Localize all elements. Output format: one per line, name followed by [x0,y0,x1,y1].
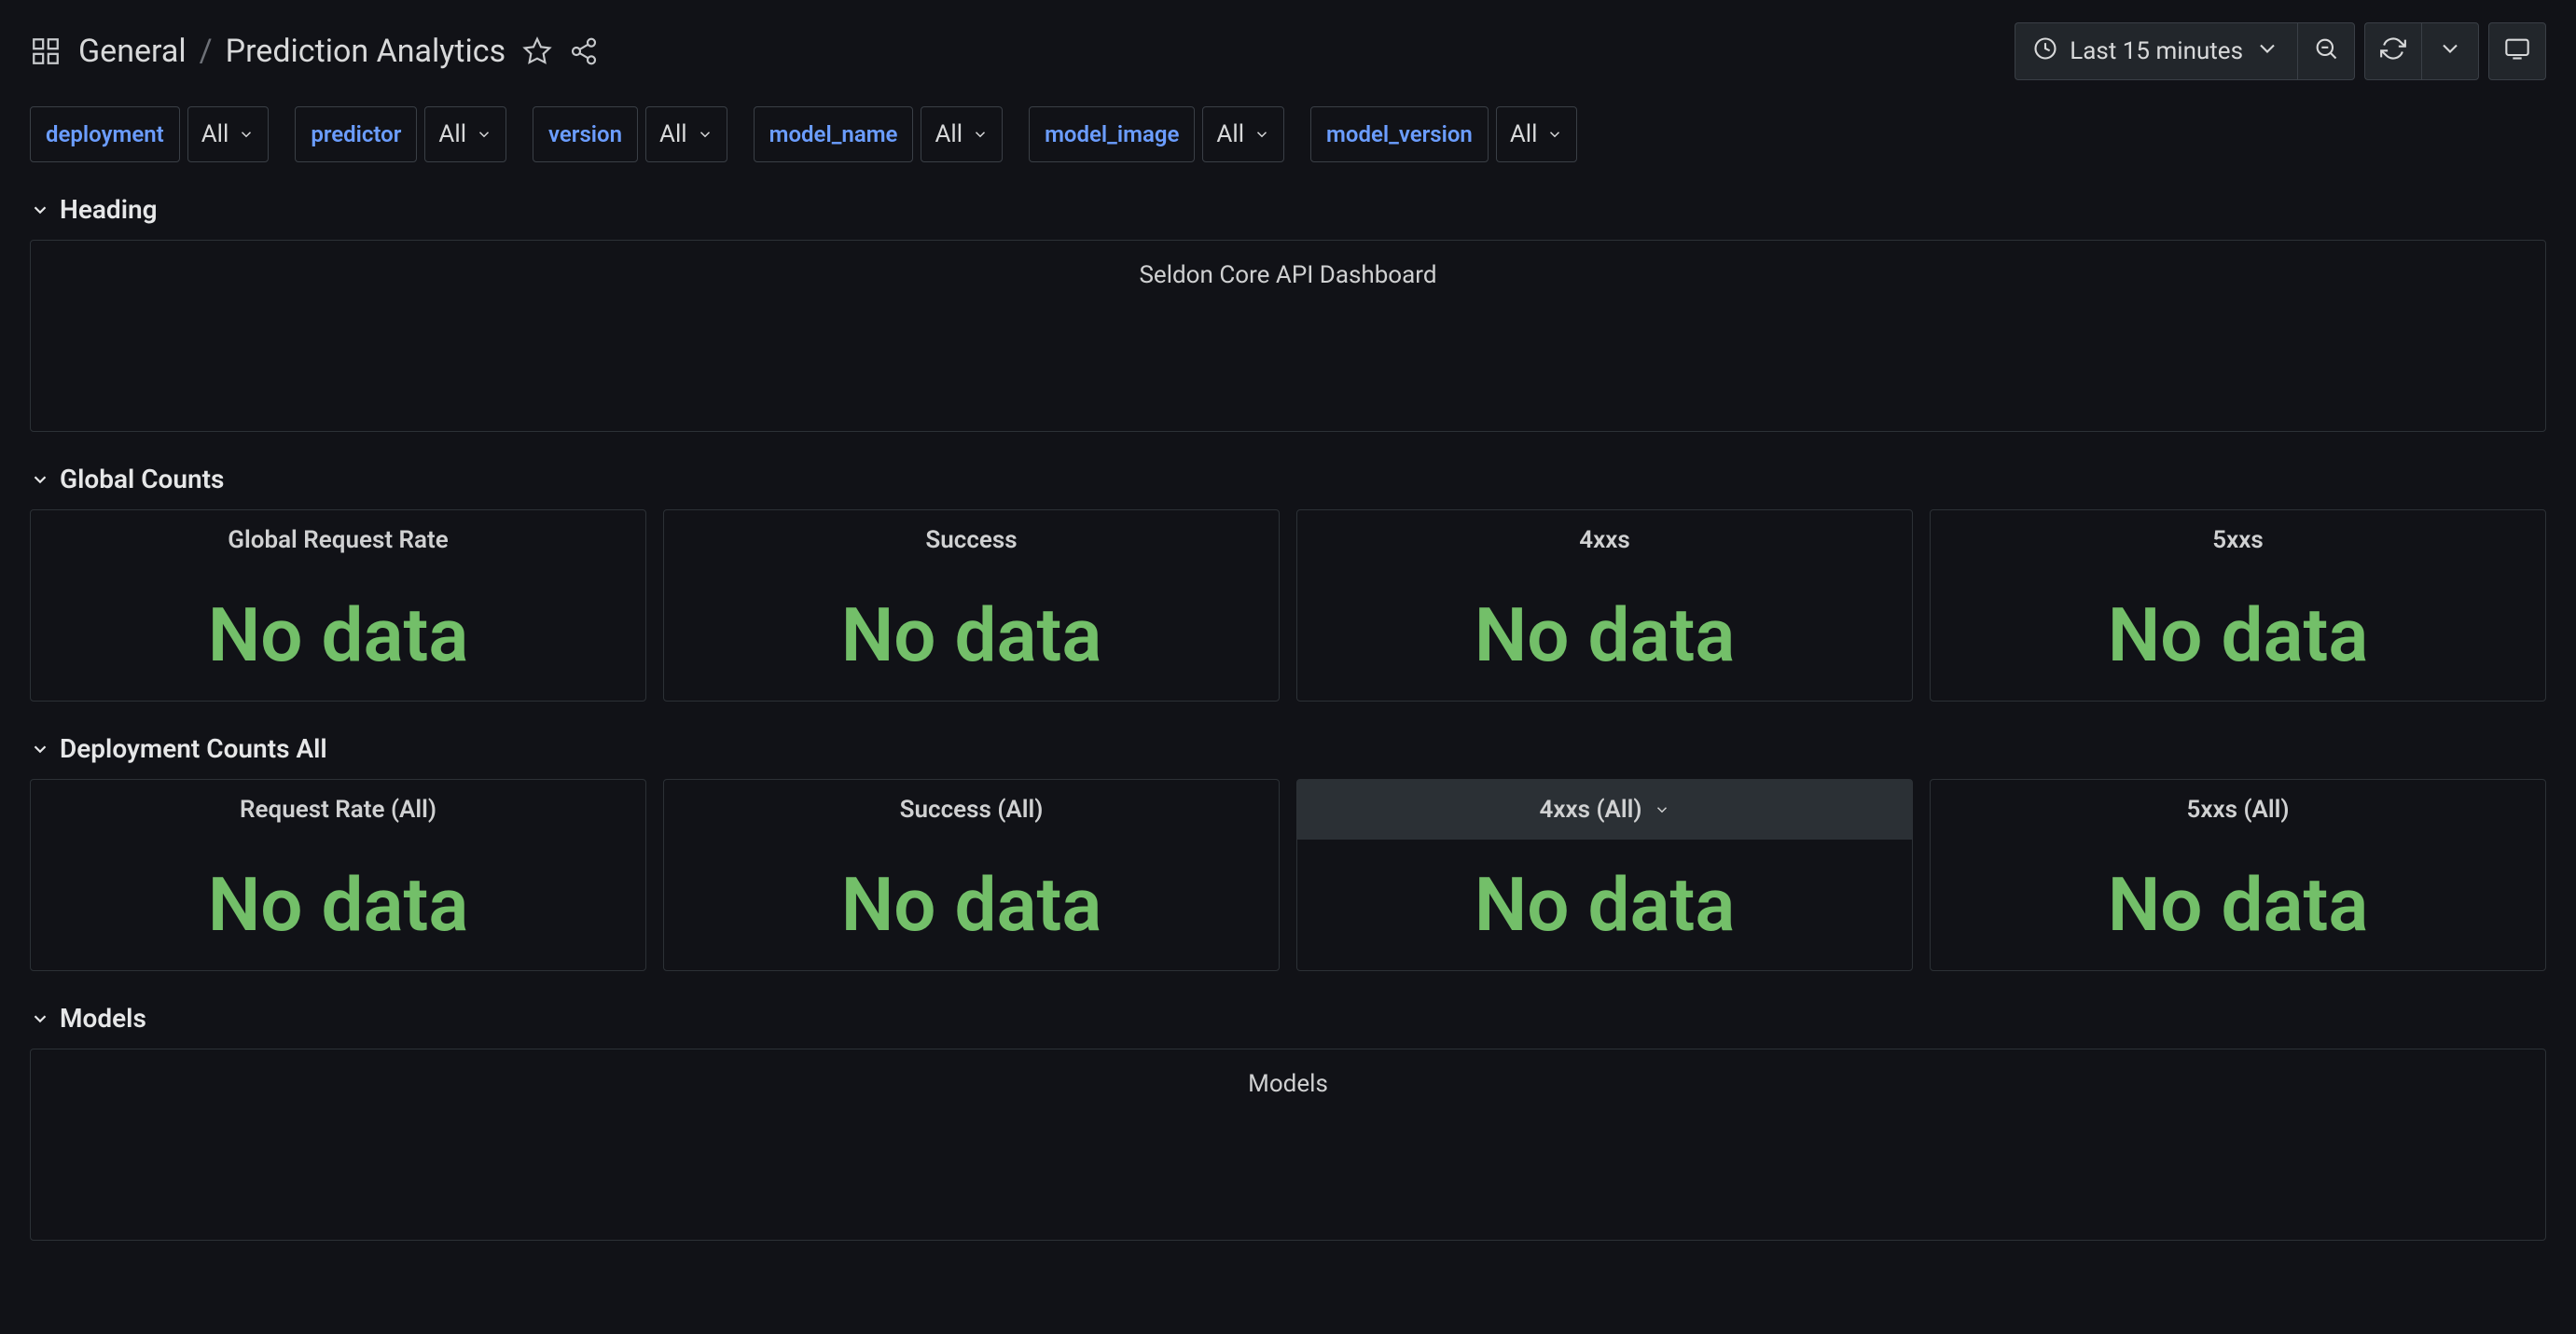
panel-4xxs[interactable]: 4xxs No data [1296,509,1913,702]
var-label-model-image: model_image [1029,106,1195,162]
breadcrumb-root[interactable]: General [78,33,187,70]
panel-text: Models [1248,1070,1328,1098]
panel-text: Seldon Core API Dashboard [1139,261,1436,289]
chevron-down-icon [30,200,50,220]
row-title: Deployment Counts All [60,733,327,764]
var-value: All [935,120,963,148]
chevron-down-icon [30,739,50,759]
refresh-interval-button[interactable] [2421,22,2479,80]
star-icon[interactable] [522,36,552,66]
dashboard-icon[interactable] [30,35,62,67]
refresh-icon [2380,35,2406,68]
top-bar-left: General / Prediction Analytics [30,33,599,70]
var-value: All [1510,120,1538,148]
chevron-down-icon [2254,35,2280,68]
breadcrumb-current[interactable]: Prediction Analytics [226,33,506,70]
var-version: version All [533,106,727,162]
var-select-model-version[interactable]: All [1496,106,1578,162]
panel-value: No data [31,840,645,970]
panel-4xxs-all[interactable]: 4xxs (All) No data [1296,779,1913,971]
row-toggle-deployment-counts[interactable]: Deployment Counts All [30,733,2546,764]
chevron-down-icon [972,126,989,143]
chevron-down-icon [2437,35,2463,68]
panel-title: 5xxs [2212,526,2264,554]
var-predictor: predictor All [295,106,506,162]
var-label-predictor: predictor [295,106,417,162]
var-select-deployment[interactable]: All [187,106,270,162]
row-title: Heading [60,194,158,225]
panel-title: Success (All) [900,796,1044,824]
panel-title: 5xxs (All) [2186,796,2289,824]
breadcrumb-separator: / [200,33,213,70]
var-label-version: version [533,106,638,162]
panel-request-rate-all[interactable]: Request Rate (All) No data [30,779,646,971]
panel-value: No data [31,570,645,701]
template-variables: deployment All predictor All version All… [30,106,2546,162]
chevron-down-icon [476,126,492,143]
var-select-version[interactable]: All [645,106,727,162]
panel-header-active[interactable]: 4xxs (All) [1297,780,1912,840]
panel-5xxs-all[interactable]: 5xxs (All) No data [1930,779,2546,971]
top-bar-right: Last 15 minutes [2015,22,2546,80]
var-select-model-name[interactable]: All [921,106,1003,162]
panel-title: 4xxs [1579,526,1630,554]
panel-title: Success [925,526,1017,554]
panel-value: No data [1931,840,2545,970]
row-toggle-global-counts[interactable]: Global Counts [30,464,2546,494]
zoom-out-icon [2313,35,2339,68]
panel-value: No data [664,840,1279,970]
breadcrumb: General / Prediction Analytics [78,33,506,70]
panel-title: 4xxs (All) [1539,796,1641,824]
row-toggle-heading[interactable]: Heading [30,194,2546,225]
panel-heading-text[interactable]: Seldon Core API Dashboard [30,240,2546,432]
chevron-down-icon [30,469,50,490]
time-range-label: Last 15 minutes [2070,37,2243,65]
var-value: All [659,120,687,148]
panel-success-all[interactable]: Success (All) No data [663,779,1280,971]
chevron-down-icon [1654,801,1670,818]
refresh-button[interactable] [2364,22,2421,80]
chevron-down-icon [1253,126,1270,143]
var-label-deployment: deployment [30,106,180,162]
clock-icon [2032,35,2058,68]
global-counts-grid: Global Request Rate No data Success No d… [30,509,2546,702]
top-bar: General / Prediction Analytics Last 15 m… [30,22,2546,80]
panel-title: Request Rate (All) [240,796,436,824]
var-label-model-version: model_version [1310,106,1489,162]
row-toggle-models[interactable]: Models [30,1003,2546,1034]
panel-models-text[interactable]: Models [30,1049,2546,1241]
panel-success[interactable]: Success No data [663,509,1280,702]
panel-5xxs[interactable]: 5xxs No data [1930,509,2546,702]
chevron-down-icon [238,126,255,143]
var-model-image: model_image All [1029,106,1284,162]
panel-value: No data [1297,840,1912,970]
panel-value: No data [1297,570,1912,701]
var-select-predictor[interactable]: All [424,106,506,162]
panel-title: Global Request Rate [228,526,448,554]
panel-value: No data [1931,570,2545,701]
time-picker-button[interactable]: Last 15 minutes [2015,22,2297,80]
var-model-name: model_name All [754,106,1003,162]
var-value: All [1216,120,1244,148]
var-value: All [201,120,229,148]
var-deployment: deployment All [30,106,269,162]
row-title: Models [60,1003,146,1034]
refresh-group [2364,22,2479,80]
row-title: Global Counts [60,464,224,494]
monitor-icon [2504,35,2530,68]
panel-value: No data [664,570,1279,701]
tv-mode-button[interactable] [2488,22,2546,80]
chevron-down-icon [697,126,713,143]
time-picker-group: Last 15 minutes [2015,22,2355,80]
chevron-down-icon [1546,126,1563,143]
var-label-model-name: model_name [754,106,914,162]
deployment-counts-grid: Request Rate (All) No data Success (All)… [30,779,2546,971]
share-icon[interactable] [569,36,599,66]
var-model-version: model_version All [1310,106,1577,162]
panel-global-request-rate[interactable]: Global Request Rate No data [30,509,646,702]
zoom-out-button[interactable] [2297,22,2355,80]
var-select-model-image[interactable]: All [1202,106,1284,162]
chevron-down-icon [30,1008,50,1029]
var-value: All [438,120,466,148]
